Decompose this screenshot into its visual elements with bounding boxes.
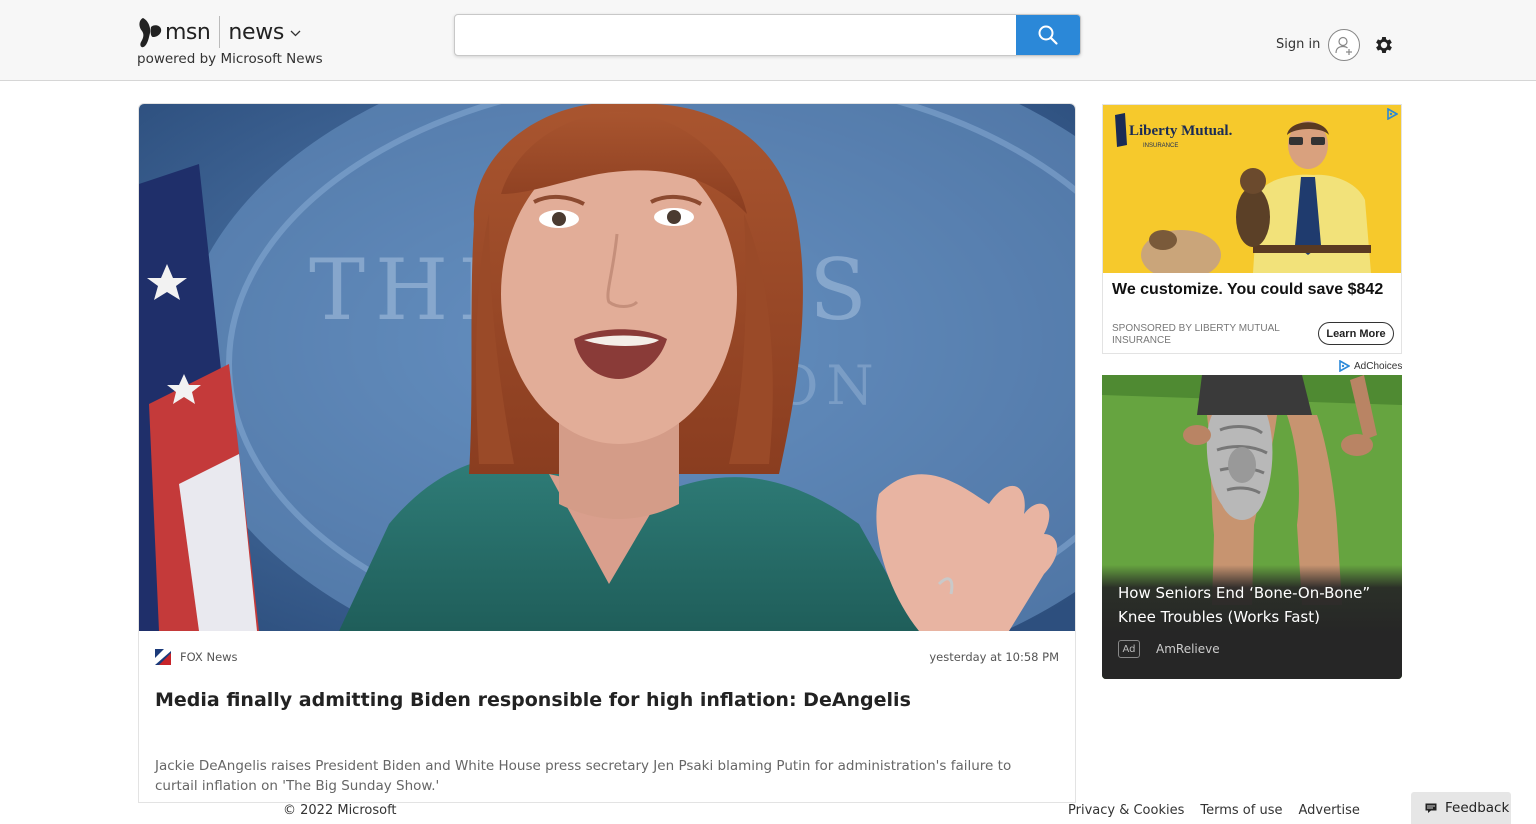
user-icon xyxy=(1335,36,1352,55)
learn-more-button[interactable]: Learn More xyxy=(1318,322,1394,345)
adchoices-icon[interactable] xyxy=(1386,108,1398,120)
chevron-down-icon[interactable] xyxy=(290,30,301,37)
logo-divider xyxy=(219,16,221,48)
adchoices-link[interactable]: AdChoices xyxy=(1338,359,1402,373)
ad-badge: Ad xyxy=(1118,640,1140,658)
adchoices-label: AdChoices xyxy=(1354,360,1403,372)
article-source-name[interactable]: FOX News xyxy=(180,650,238,664)
ad-brand-logo-text: Liberty Mutual. xyxy=(1129,123,1233,139)
sponsored-ad-amrelieve[interactable]: How Seniors End ‘Bone-On-Bone” Knee Trou… xyxy=(1102,375,1402,679)
logo-msn-text: msn xyxy=(165,19,211,45)
search-icon xyxy=(1038,25,1058,45)
article-headline[interactable]: Media finally admitting Biden responsibl… xyxy=(155,689,1055,711)
footer-link-privacy[interactable]: Privacy & Cookies xyxy=(1068,803,1184,818)
footer-links: Privacy & Cookies Terms of use Advertise xyxy=(1068,803,1360,818)
article-source-row: FOX News yesterday at 10:58 PM xyxy=(155,648,1059,666)
ad-brand: AmRelieve xyxy=(1156,642,1220,656)
user-avatar-button[interactable] xyxy=(1328,29,1360,61)
msn-logo[interactable]: msn news xyxy=(137,14,301,50)
ad-brand-logo-sub: INSURANCE xyxy=(1143,143,1178,149)
ad-image[interactable]: Liberty Mutual. INSURANCE xyxy=(1103,105,1401,273)
article-hero-image[interactable]: THE HOUS GTON xyxy=(139,104,1075,631)
sponsored-ad-liberty-mutual[interactable]: Liberty Mutual. INSURANCE We customize. … xyxy=(1102,104,1402,354)
footer-link-advertise[interactable]: Advertise xyxy=(1298,803,1359,818)
feedback-label: Feedback xyxy=(1445,800,1510,816)
ad-sponsor-label: SPONSORED BY LIBERTY MUTUAL INSURANCE xyxy=(1112,323,1280,346)
fox-news-logo-icon xyxy=(155,649,171,665)
ad-title[interactable]: We customize. You could save $842 xyxy=(1112,281,1383,299)
top-header: msn news powered by Microsoft News Sign … xyxy=(0,0,1536,81)
copyright-text: © 2022 Microsoft xyxy=(283,803,397,818)
section-selector[interactable]: news xyxy=(228,20,284,45)
feedback-button[interactable]: Feedback xyxy=(1411,792,1511,824)
article-card[interactable]: THE HOUS GTON xyxy=(138,103,1076,803)
search-button[interactable] xyxy=(1016,15,1080,55)
powered-by-text: powered by Microsoft News xyxy=(137,51,323,67)
article-summary: Jackie DeAngelis raises President Biden … xyxy=(155,758,1012,794)
search-box xyxy=(454,14,1081,56)
msn-butterfly-icon xyxy=(139,18,162,48)
article-timestamp: yesterday at 10:58 PM xyxy=(929,650,1059,664)
ad-title[interactable]: How Seniors End ‘Bone-On-Bone” Knee Trou… xyxy=(1118,581,1388,629)
gear-icon[interactable] xyxy=(1373,34,1395,56)
sign-in-link[interactable]: Sign in xyxy=(1276,37,1320,52)
feedback-icon xyxy=(1425,803,1437,813)
adchoices-icon xyxy=(1339,360,1350,372)
footer-link-terms[interactable]: Terms of use xyxy=(1200,803,1282,818)
search-input[interactable] xyxy=(455,15,1017,55)
